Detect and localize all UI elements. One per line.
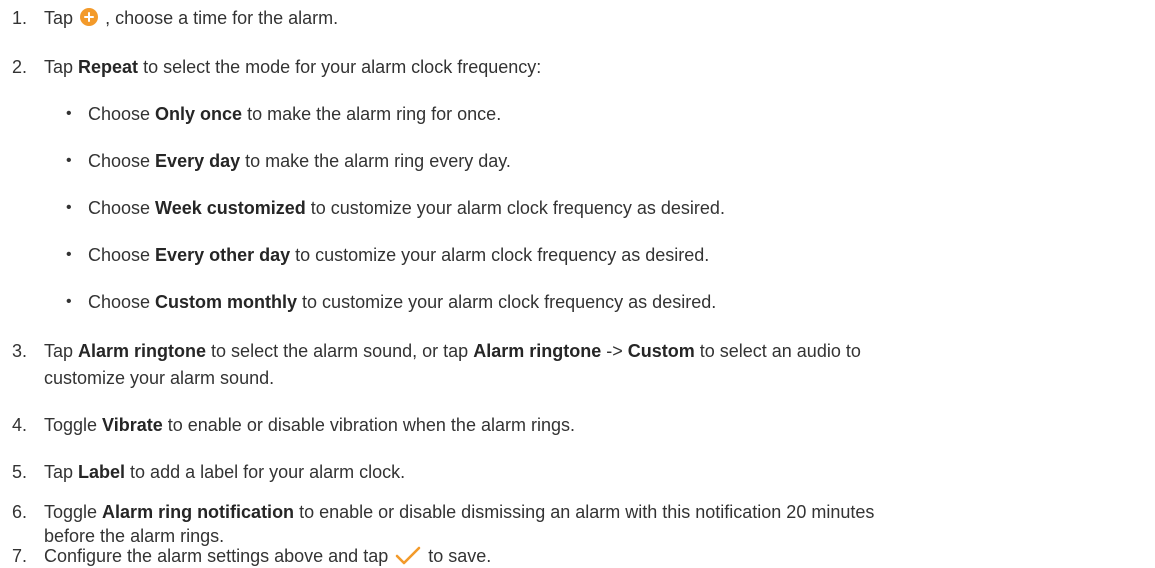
step-text-line2: customize your alarm sound. <box>44 368 275 388</box>
step-number: 2. <box>12 57 28 77</box>
step-number: 5. <box>12 462 28 482</box>
bullet-marker: • <box>66 293 72 310</box>
plus-circle-icon <box>80 8 99 26</box>
bullet-text-before: Choose <box>88 198 156 218</box>
bullet-text-after: to make the alarm ring for once. <box>242 104 502 124</box>
bullet-text: Choose Every other day to customize your… <box>88 243 709 267</box>
step-bold-term: Alarm ringtone <box>78 341 207 361</box>
step-text-before: Tap <box>44 8 74 28</box>
bullet-text-after: to customize your alarm clock frequency … <box>305 198 725 218</box>
bullet-marker: • <box>66 246 72 263</box>
step-text-before: Toggle <box>44 415 103 435</box>
step-number: 4. <box>12 415 28 435</box>
step-text-before: Configure the alarm settings above and t… <box>44 546 389 566</box>
bullet-bold-term: Every other day <box>155 245 291 265</box>
bullet-text-before: Choose <box>88 245 156 265</box>
step-text: Toggle Vibrate to enable or disable vibr… <box>44 413 575 437</box>
step-bold-term: Label <box>78 462 126 482</box>
step-text-before: Tap <box>44 57 79 77</box>
instruction-list: 1. Tap , choose a time for the alarm. 2.… <box>0 0 1155 568</box>
step-text-after: , choose a time for the alarm. <box>105 8 339 28</box>
bullet-marker: • <box>66 199 72 216</box>
bullet-marker: • <box>66 152 72 169</box>
step-bold-term: Alarm ring notification <box>102 502 295 522</box>
bullet-marker: • <box>66 105 72 122</box>
step-text: Toggle Alarm ring notification to enable… <box>44 500 874 524</box>
bullet-bold-term: Only once <box>155 104 243 124</box>
step-number: 6. <box>12 502 28 522</box>
step-bold-term: Alarm ringtone <box>473 341 602 361</box>
step-bold-term: Custom <box>627 341 695 361</box>
step-text-after: to add a label for your alarm clock. <box>125 462 406 482</box>
bullet-bold-term: Every day <box>155 151 241 171</box>
step-number: 1. <box>12 8 28 28</box>
bullet-text: Choose Week customized to customize your… <box>88 196 725 220</box>
step-text-after: to select the mode for your alarm clock … <box>138 57 542 77</box>
step-text-before: Tap <box>44 462 79 482</box>
bullet-text-after: to customize your alarm clock frequency … <box>297 292 717 312</box>
bullet-text-after: to customize your alarm clock frequency … <box>290 245 710 265</box>
bullet-text-after: to make the alarm ring every day. <box>240 151 511 171</box>
step-bold-term: Repeat <box>78 57 139 77</box>
step-text-after: to select an audio to <box>694 341 861 361</box>
bullet-text: Choose Custom monthly to customize your … <box>88 290 716 314</box>
bullet-text: Choose Every day to make the alarm ring … <box>88 149 511 173</box>
step-text: Tap Alarm ringtone to select the alarm s… <box>44 339 861 363</box>
bullet-bold-term: Week customized <box>155 198 306 218</box>
step-text: Configure the alarm settings above and t… <box>44 544 491 568</box>
step-text: Tap Label to add a label for your alarm … <box>44 460 405 484</box>
checkmark-icon <box>395 546 421 565</box>
step-text-after: to enable or disable vibration when the … <box>162 415 575 435</box>
bullet-text-before: Choose <box>88 151 156 171</box>
bullet-text-before: Choose <box>88 104 156 124</box>
step-text-after: to save. <box>428 546 492 566</box>
step-text-before: Tap <box>44 341 79 361</box>
bullet-text: Choose Only once to make the alarm ring … <box>88 102 501 126</box>
step-number: 3. <box>12 341 28 361</box>
step-number: 7. <box>12 546 28 566</box>
bullet-bold-term: Custom monthly <box>155 292 298 312</box>
step-text-middle: to select the alarm sound, or tap <box>206 341 474 361</box>
step-text-after: to enable or disable dismissing an alarm… <box>294 502 875 522</box>
step-text-before: Toggle <box>44 502 103 522</box>
step-arrow: -> <box>601 341 628 361</box>
bullet-text-before: Choose <box>88 292 156 312</box>
step-text: Tap Repeat to select the mode for your a… <box>44 55 541 79</box>
step-text: Tap , choose a time for the alarm. <box>44 6 338 30</box>
step-bold-term: Vibrate <box>102 415 163 435</box>
